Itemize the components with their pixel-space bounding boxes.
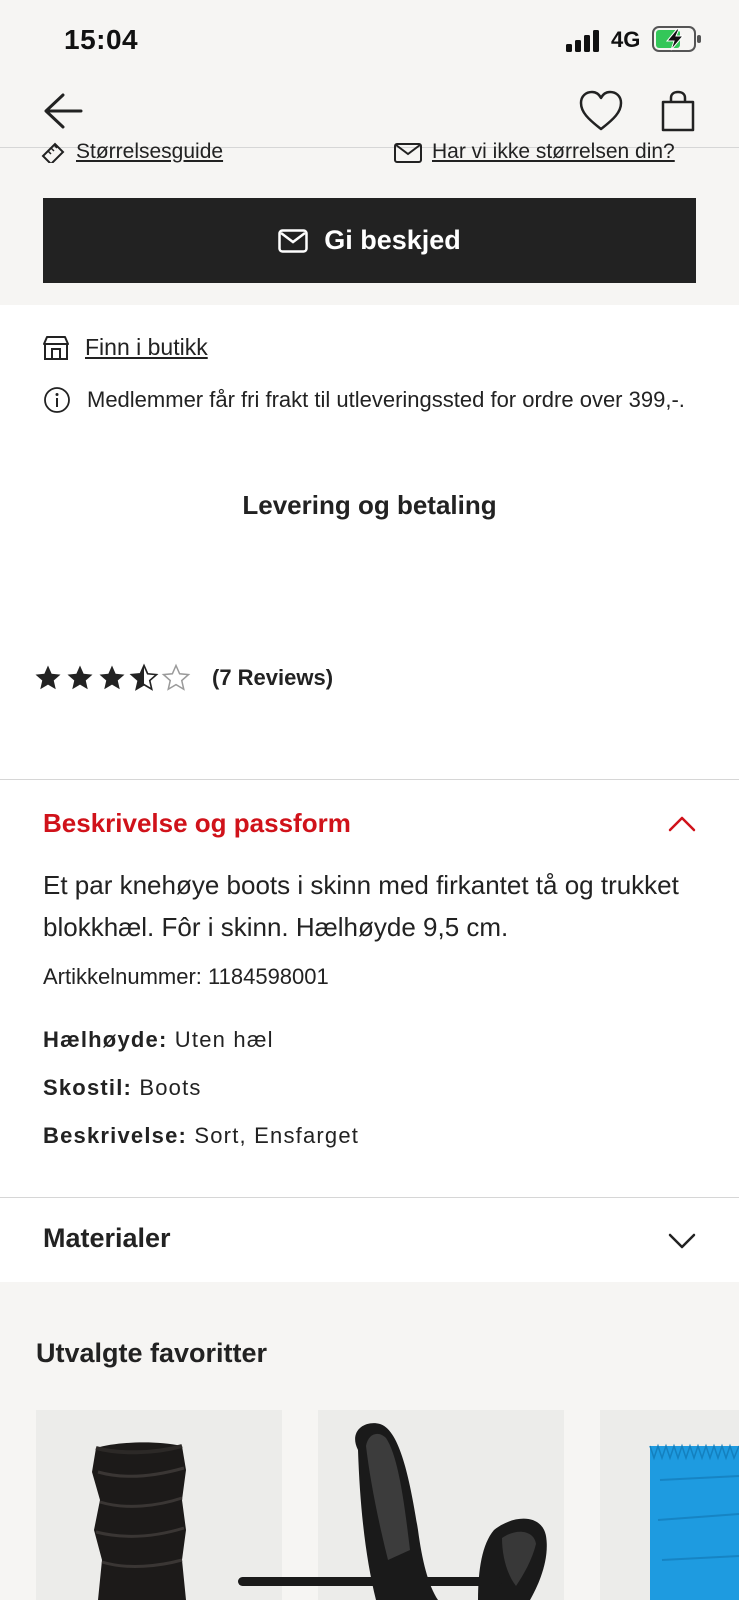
divider [0, 1197, 739, 1198]
size-guide-link[interactable]: Størrelsesguide [40, 140, 223, 164]
arrow-left-icon [44, 93, 83, 129]
product-card[interactable] [600, 1410, 739, 1600]
chevron-up-icon[interactable] [664, 808, 700, 838]
spec-key: Skostil: [43, 1075, 133, 1100]
star-half-icon [129, 663, 159, 691]
rating-summary[interactable]: (7 Reviews) [32, 663, 333, 693]
notify-button-label: Gi beskjed [324, 225, 461, 255]
spec-description: Beskrivelse: Sort, Ensfarget [43, 1123, 359, 1149]
back-button[interactable] [38, 88, 88, 134]
ruler-icon [41, 142, 65, 163]
heart-icon [579, 90, 623, 131]
shopping-bag-button[interactable] [650, 86, 706, 136]
membership-info-text: Medlemmer får fri frakt til utleveringss… [87, 387, 685, 412]
shopping-bag-icon [661, 90, 695, 132]
membership-info: Medlemmer får fri frakt til utleveringss… [43, 383, 703, 417]
find-in-store-link[interactable]: Finn i butikk [43, 334, 208, 361]
envelope-icon [278, 228, 308, 253]
product-image-blue-boot [649, 1443, 739, 1600]
spec-key: Hælhøyde: [43, 1027, 168, 1052]
battery-charging-icon [652, 26, 701, 52]
spec-value: Boots [139, 1075, 202, 1100]
spec-heel-height: Hælhøyde: Uten hæl [43, 1027, 274, 1053]
home-indicator [238, 1577, 502, 1586]
status-time: 15:04 [64, 24, 139, 55]
materials-section-header[interactable]: Materialer [43, 1223, 171, 1254]
product-card[interactable] [318, 1410, 564, 1600]
star-filled-icon [99, 665, 125, 690]
favorite-button[interactable] [573, 86, 629, 136]
missing-size-link[interactable]: Har vi ikke størrelsen din? [394, 140, 675, 164]
spec-key: Beskrivelse: [43, 1123, 188, 1148]
description-section-header[interactable]: Beskrivelse og passform [43, 808, 351, 839]
reviews-count-link[interactable]: (7 Reviews) [212, 665, 333, 691]
signal-icon [566, 30, 599, 52]
network-label: 4G [611, 27, 641, 52]
favorites-title: Utvalgte favoritter [36, 1338, 268, 1368]
star-empty-icon [161, 663, 191, 691]
article-number: Artikkelnummer: 1184598001 [43, 964, 329, 989]
missing-size-label: Har vi ikke størrelsen din? [432, 140, 675, 163]
spec-value: Sort, Ensfarget [194, 1123, 360, 1148]
product-card[interactable] [36, 1410, 282, 1600]
spec-shoe-style: Skostil: Boots [43, 1075, 202, 1101]
product-image-pumps [355, 1423, 547, 1600]
envelope-icon [394, 143, 422, 163]
product-description-text: Et par knehøye boots i skinn med firkant… [43, 870, 679, 942]
chevron-down-icon[interactable] [664, 1226, 700, 1256]
store-icon [43, 335, 69, 360]
find-in-store-label: Finn i butikk [85, 334, 208, 360]
divider [0, 779, 739, 780]
notify-me-button[interactable]: Gi beskjed [43, 198, 696, 283]
star-filled-icon [67, 665, 93, 690]
delivery-payment-heading[interactable]: Levering og betaling [0, 490, 739, 521]
info-icon [44, 387, 70, 413]
spec-value: Uten hæl [174, 1027, 274, 1052]
size-guide-label: Størrelsesguide [76, 140, 224, 163]
product-image-suede-boot [92, 1442, 186, 1600]
star-filled-icon [35, 665, 61, 690]
